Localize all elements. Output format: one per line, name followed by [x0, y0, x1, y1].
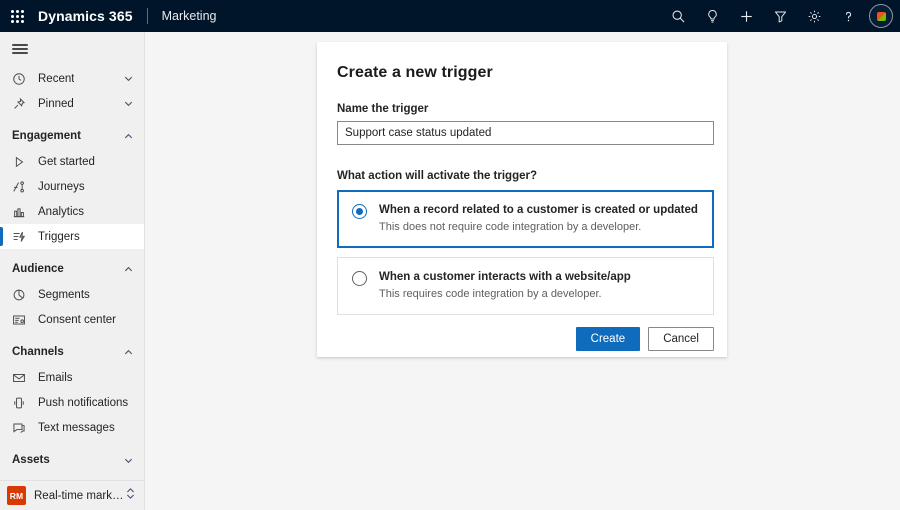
sidebar-item-label: Segments — [38, 289, 90, 301]
plus-icon — [739, 9, 754, 24]
app-launcher-button[interactable] — [0, 0, 34, 32]
avatar[interactable] — [869, 4, 893, 28]
waffle-icon — [11, 10, 24, 23]
triggers-icon — [12, 229, 30, 245]
sidebar-item-label: Recent — [38, 73, 74, 85]
sidebar-item-label: Journeys — [38, 181, 85, 193]
option-title: When a customer interacts with a website… — [379, 270, 631, 284]
sidebar-item-label: Emails — [38, 372, 73, 384]
chevron-up-icon — [123, 347, 134, 358]
analytics-icon — [12, 204, 30, 220]
filter-button[interactable] — [763, 0, 797, 32]
sidebar-item-get-started[interactable]: Get started — [0, 149, 144, 174]
chevron-up-icon — [123, 131, 134, 142]
lightbulb-icon — [705, 9, 720, 24]
sidebar-item-label: Consent center — [38, 314, 116, 326]
search-button[interactable] — [661, 0, 695, 32]
sidebar-item-segments[interactable]: Segments — [0, 282, 144, 307]
clock-icon — [12, 71, 30, 87]
sidebar-group-channels[interactable]: Channels — [0, 339, 144, 365]
hamburger-icon — [12, 41, 28, 56]
play-icon — [12, 154, 30, 170]
ideas-button[interactable] — [695, 0, 729, 32]
chat-icon — [12, 420, 30, 436]
radio-button-interaction-based[interactable] — [352, 271, 367, 286]
sidebar-item-label: Text messages — [38, 422, 115, 434]
sidebar-item-journeys[interactable]: Journeys — [0, 174, 144, 199]
filter-icon — [773, 9, 788, 24]
sidebar-group-label: Channels — [12, 346, 64, 358]
app-switcher[interactable]: RM Real-time marketi... — [0, 480, 144, 510]
main-content: Create a new trigger Name the trigger Wh… — [145, 32, 900, 510]
sidebar-item-analytics[interactable]: Analytics — [0, 199, 144, 224]
sidebar-group-label: Engagement — [12, 130, 81, 142]
action-question-label: What action will activate the trigger? — [337, 170, 707, 182]
sidebar: Recent Pinned Engagem — [0, 32, 145, 510]
avatar-image — [877, 12, 886, 21]
sidebar-item-recent[interactable]: Recent — [0, 66, 144, 91]
search-icon — [671, 9, 686, 24]
sidebar-group-label: Audience — [12, 263, 64, 275]
dialog-title: Create a new trigger — [337, 64, 707, 82]
sidebar-item-label: Triggers — [38, 231, 80, 243]
sidebar-item-label: Analytics — [38, 206, 84, 218]
brand-title[interactable]: Dynamics 365 — [38, 8, 133, 24]
trigger-option-interaction-based[interactable]: When a customer interacts with a website… — [337, 257, 714, 315]
sidebar-group-engagement[interactable]: Engagement — [0, 123, 144, 149]
chevron-down-icon — [123, 73, 134, 84]
suite-bar: Dynamics 365 Marketing — [0, 0, 900, 32]
pin-icon — [12, 96, 30, 112]
question-icon — [841, 9, 856, 24]
chevron-down-icon — [123, 455, 134, 466]
settings-button[interactable] — [797, 0, 831, 32]
trigger-name-input[interactable] — [337, 121, 714, 145]
chevron-updown-icon — [125, 487, 136, 505]
sidebar-item-emails[interactable]: Emails — [0, 365, 144, 390]
sidebar-item-label: Pinned — [38, 98, 74, 110]
sidebar-collapse-button[interactable] — [0, 32, 144, 66]
option-subtitle: This requires code integration by a deve… — [379, 288, 631, 301]
brand-separator — [147, 8, 148, 24]
option-subtitle: This does not require code integration b… — [379, 221, 698, 234]
journeys-icon — [12, 179, 30, 195]
sidebar-group-assets[interactable]: Assets — [0, 447, 144, 473]
sidebar-spacer — [0, 249, 144, 256]
sidebar-item-push-notifications[interactable]: Push notifications — [0, 390, 144, 415]
sidebar-spacer — [0, 116, 144, 123]
trigger-option-record-based[interactable]: When a record related to a customer is c… — [337, 190, 714, 248]
option-title: When a record related to a customer is c… — [379, 203, 698, 217]
help-button[interactable] — [831, 0, 865, 32]
name-field-label: Name the trigger — [337, 103, 707, 115]
sidebar-item-pinned[interactable]: Pinned — [0, 91, 144, 116]
sidebar-spacer — [0, 440, 144, 447]
gear-icon — [807, 9, 822, 24]
mail-icon — [12, 370, 30, 386]
app-badge: RM — [7, 486, 26, 505]
create-trigger-dialog: Create a new trigger Name the trigger Wh… — [317, 42, 727, 357]
cancel-button[interactable]: Cancel — [648, 327, 714, 351]
chevron-up-icon — [123, 264, 134, 275]
quick-create-button[interactable] — [729, 0, 763, 32]
sidebar-group-audience[interactable]: Audience — [0, 256, 144, 282]
sidebar-scroll: Recent Pinned Engagem — [0, 32, 144, 480]
app-shell: Recent Pinned Engagem — [0, 32, 900, 510]
sidebar-item-triggers[interactable]: Triggers — [0, 224, 144, 249]
create-button[interactable]: Create — [576, 327, 641, 351]
consent-icon — [12, 312, 30, 328]
app-switcher-label: Real-time marketi... — [34, 490, 125, 502]
sidebar-item-label: Push notifications — [38, 397, 128, 409]
app-name-label[interactable]: Marketing — [162, 9, 217, 23]
sidebar-item-consent-center[interactable]: Consent center — [0, 307, 144, 332]
sidebar-spacer — [0, 332, 144, 339]
suite-bar-actions — [661, 0, 900, 32]
sidebar-group-label: Assets — [12, 454, 50, 466]
segments-icon — [12, 287, 30, 303]
dialog-actions: Create Cancel — [337, 327, 714, 351]
phone-icon — [12, 395, 30, 411]
radio-button-record-based[interactable] — [352, 204, 367, 219]
sidebar-item-text-messages[interactable]: Text messages — [0, 415, 144, 440]
chevron-down-icon — [123, 98, 134, 109]
sidebar-item-label: Get started — [38, 156, 95, 168]
